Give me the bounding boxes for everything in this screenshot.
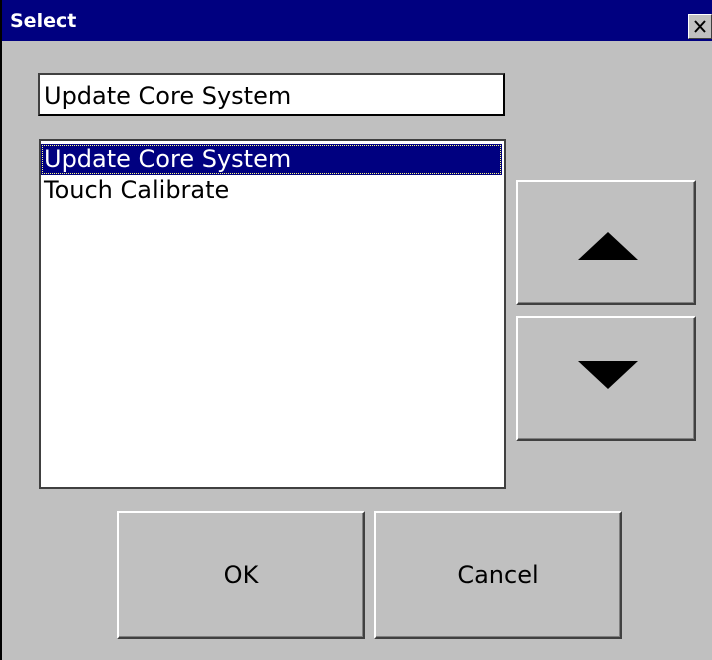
scroll-up-button[interactable] <box>516 180 696 305</box>
window-title: Select <box>10 10 77 32</box>
ok-button[interactable]: OK <box>117 511 365 639</box>
selection-edit-field[interactable]: Update Core System <box>38 73 505 116</box>
close-icon <box>694 20 706 33</box>
list-item-touch-calibrate[interactable]: Touch Calibrate <box>41 175 502 206</box>
close-button[interactable] <box>688 14 712 39</box>
title-bar[interactable]: Select <box>2 0 712 41</box>
cancel-button[interactable]: Cancel <box>374 511 622 639</box>
list-item-update-core-system[interactable]: Update Core System <box>41 144 502 175</box>
cancel-button-label: Cancel <box>457 561 539 589</box>
scroll-down-button[interactable] <box>516 316 696 441</box>
ok-button-label: OK <box>223 561 259 589</box>
select-dialog: Select Update Core System Update Core Sy… <box>0 0 712 660</box>
options-listbox[interactable]: Update Core System Touch Calibrate <box>39 139 506 489</box>
triangle-up-icon <box>578 232 638 260</box>
selection-edit-value: Update Core System <box>44 82 292 110</box>
triangle-down-icon <box>578 361 638 389</box>
